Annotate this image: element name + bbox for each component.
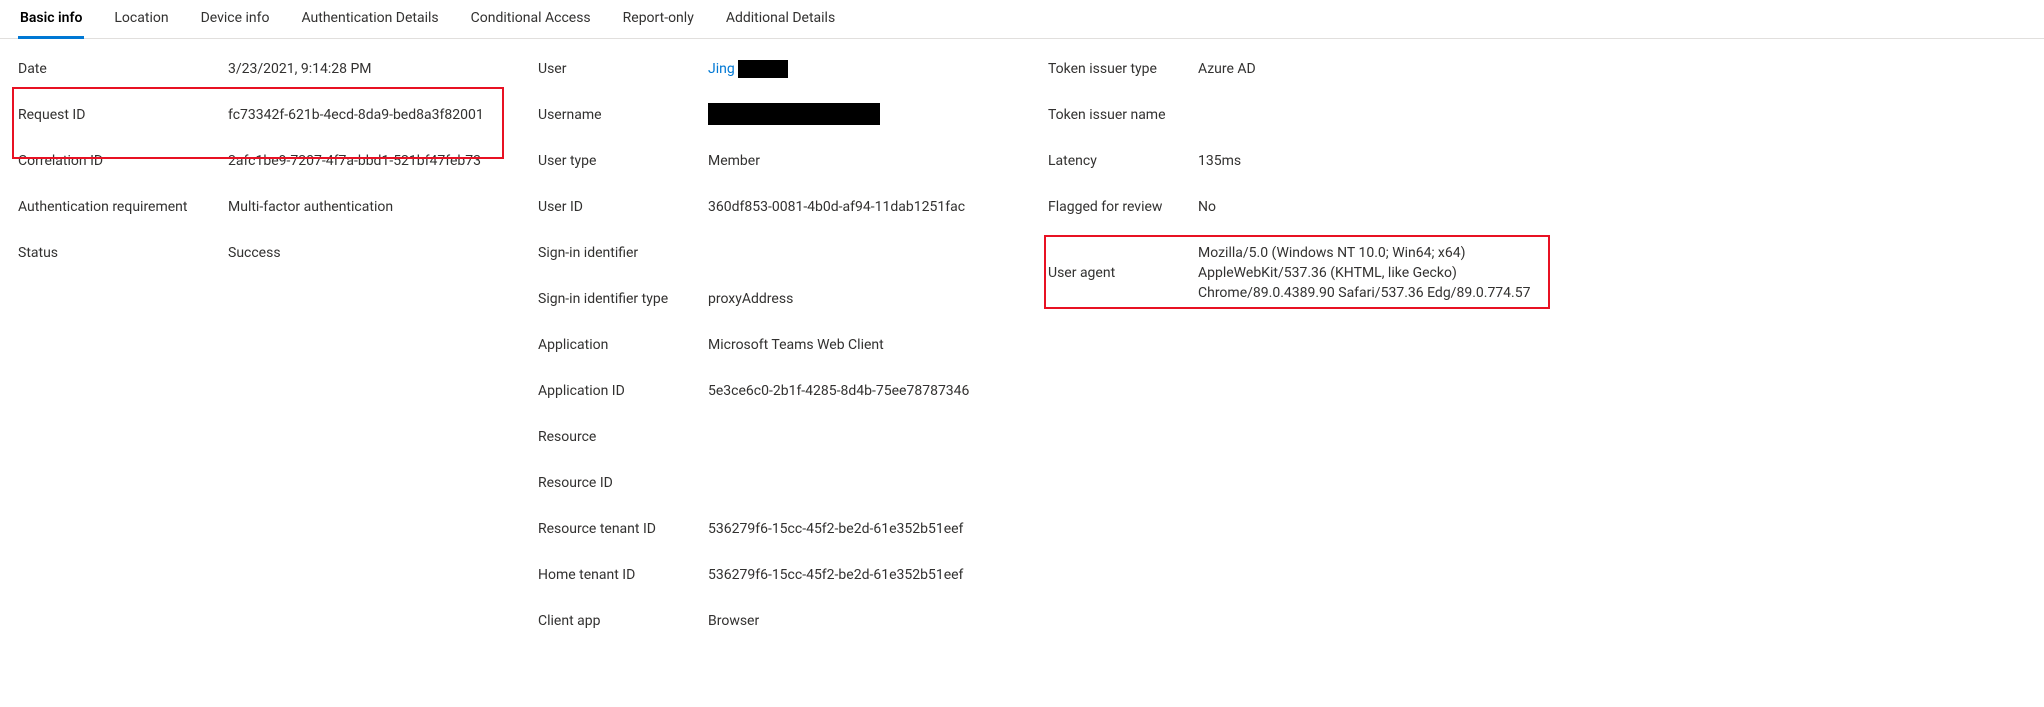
value-client-app: Browser <box>708 609 1048 631</box>
row-request-id: Request ID fc73342f-621b-4ecd-8da9-bed8a… <box>18 99 538 145</box>
value-request-id: fc73342f-621b-4ecd-8da9-bed8a3f82001 <box>228 103 538 125</box>
row-resource-tenant-id: Resource tenant ID 536279f6-15cc-45f2-be… <box>538 513 1048 559</box>
row-home-tenant-id: Home tenant ID 536279f6-15cc-45f2-be2d-6… <box>538 559 1048 605</box>
label-authentication-requirement: Authentication requirement <box>18 195 228 217</box>
label-resource: Resource <box>538 425 708 447</box>
value-signin-identifier <box>708 241 1048 243</box>
details-column-2: User Jing Username User type Member User… <box>538 53 1048 651</box>
value-user-type: Member <box>708 149 1048 171</box>
row-flagged-for-review: Flagged for review No <box>1048 191 2026 237</box>
label-flagged-for-review: Flagged for review <box>1048 195 1198 217</box>
label-date: Date <box>18 57 228 79</box>
label-user: User <box>538 57 708 79</box>
label-user-type: User type <box>538 149 708 171</box>
value-resource-tenant-id: 536279f6-15cc-45f2-be2d-61e352b51eef <box>708 517 1048 539</box>
row-resource-id: Resource ID <box>538 467 1048 513</box>
value-token-issuer-type: Azure AD <box>1198 57 1558 79</box>
row-user-type: User type Member <box>538 145 1048 191</box>
value-latency: 135ms <box>1198 149 1558 171</box>
row-correlation-id: Correlation ID 2afc1be9-7207-4f7a-bbd1-5… <box>18 145 538 191</box>
tab-report-only[interactable]: Report-only <box>621 4 696 39</box>
value-signin-identifier-type: proxyAddress <box>708 287 1048 309</box>
tab-bar: Basic info Location Device info Authenti… <box>0 0 2044 39</box>
row-resource: Resource <box>538 421 1048 467</box>
row-user: User Jing <box>538 53 1048 99</box>
tab-authentication-details[interactable]: Authentication Details <box>299 4 440 39</box>
row-authentication-requirement: Authentication requirement Multi-factor … <box>18 191 538 237</box>
label-correlation-id: Correlation ID <box>18 149 228 171</box>
label-signin-identifier: Sign-in identifier <box>538 241 708 263</box>
label-user-agent: User agent <box>1048 261 1198 283</box>
row-application: Application Microsoft Teams Web Client <box>538 329 1048 375</box>
value-status: Success <box>228 241 538 263</box>
label-client-app: Client app <box>538 609 708 631</box>
value-user-id: 360df853-0081-4b0d-af94-11dab1251fac <box>708 195 1048 217</box>
details-column-3: Token issuer type Azure AD Token issuer … <box>1048 53 2026 307</box>
row-user-id: User ID 360df853-0081-4b0d-af94-11dab125… <box>538 191 1048 237</box>
value-user-agent: Mozilla/5.0 (Windows NT 10.0; Win64; x64… <box>1198 241 1558 303</box>
user-link[interactable]: Jing <box>708 61 738 77</box>
label-latency: Latency <box>1048 149 1198 171</box>
details-column-1: Date 3/23/2021, 9:14:28 PM Request ID fc… <box>18 53 538 283</box>
row-token-issuer-type: Token issuer type Azure AD <box>1048 53 2026 99</box>
label-token-issuer-type: Token issuer type <box>1048 57 1198 79</box>
tab-device-info[interactable]: Device info <box>199 4 272 39</box>
value-token-issuer-name <box>1198 103 1558 105</box>
value-application: Microsoft Teams Web Client <box>708 333 1048 355</box>
tab-location[interactable]: Location <box>112 4 170 39</box>
row-signin-identifier: Sign-in identifier <box>538 237 1048 283</box>
value-username <box>708 103 1048 125</box>
details-panel: Date 3/23/2021, 9:14:28 PM Request ID fc… <box>0 39 2044 671</box>
row-signin-identifier-type: Sign-in identifier type proxyAddress <box>538 283 1048 329</box>
label-status: Status <box>18 241 228 263</box>
label-resource-tenant-id: Resource tenant ID <box>538 517 708 539</box>
row-token-issuer-name: Token issuer name <box>1048 99 2026 145</box>
row-status: Status Success <box>18 237 538 283</box>
row-user-agent: User agent Mozilla/5.0 (Windows NT 10.0;… <box>1048 237 2026 307</box>
tab-additional-details[interactable]: Additional Details <box>724 4 837 39</box>
label-signin-identifier-type: Sign-in identifier type <box>538 287 708 309</box>
value-user: Jing <box>708 57 1048 79</box>
label-resource-id: Resource ID <box>538 471 708 493</box>
redacted-username <box>708 103 880 125</box>
value-flagged-for-review: No <box>1198 195 1558 217</box>
label-token-issuer-name: Token issuer name <box>1048 103 1198 125</box>
label-username: Username <box>538 103 708 125</box>
value-home-tenant-id: 536279f6-15cc-45f2-be2d-61e352b51eef <box>708 563 1048 585</box>
row-username: Username <box>538 99 1048 145</box>
row-client-app: Client app Browser <box>538 605 1048 651</box>
label-user-id: User ID <box>538 195 708 217</box>
value-resource <box>708 425 1048 427</box>
label-home-tenant-id: Home tenant ID <box>538 563 708 585</box>
value-date: 3/23/2021, 9:14:28 PM <box>228 57 538 79</box>
tab-conditional-access[interactable]: Conditional Access <box>469 4 593 39</box>
value-authentication-requirement: Multi-factor authentication <box>228 195 538 217</box>
label-application-id: Application ID <box>538 379 708 401</box>
row-latency: Latency 135ms <box>1048 145 2026 191</box>
tab-basic-info[interactable]: Basic info <box>18 4 84 39</box>
redacted-user-lastname <box>738 60 788 78</box>
label-request-id: Request ID <box>18 103 228 125</box>
label-application: Application <box>538 333 708 355</box>
value-correlation-id: 2afc1be9-7207-4f7a-bbd1-521bf47feb73 <box>228 149 538 171</box>
row-date: Date 3/23/2021, 9:14:28 PM <box>18 53 538 99</box>
value-application-id: 5e3ce6c0-2b1f-4285-8d4b-75ee78787346 <box>708 379 1048 401</box>
value-resource-id <box>708 471 1048 473</box>
row-application-id: Application ID 5e3ce6c0-2b1f-4285-8d4b-7… <box>538 375 1048 421</box>
